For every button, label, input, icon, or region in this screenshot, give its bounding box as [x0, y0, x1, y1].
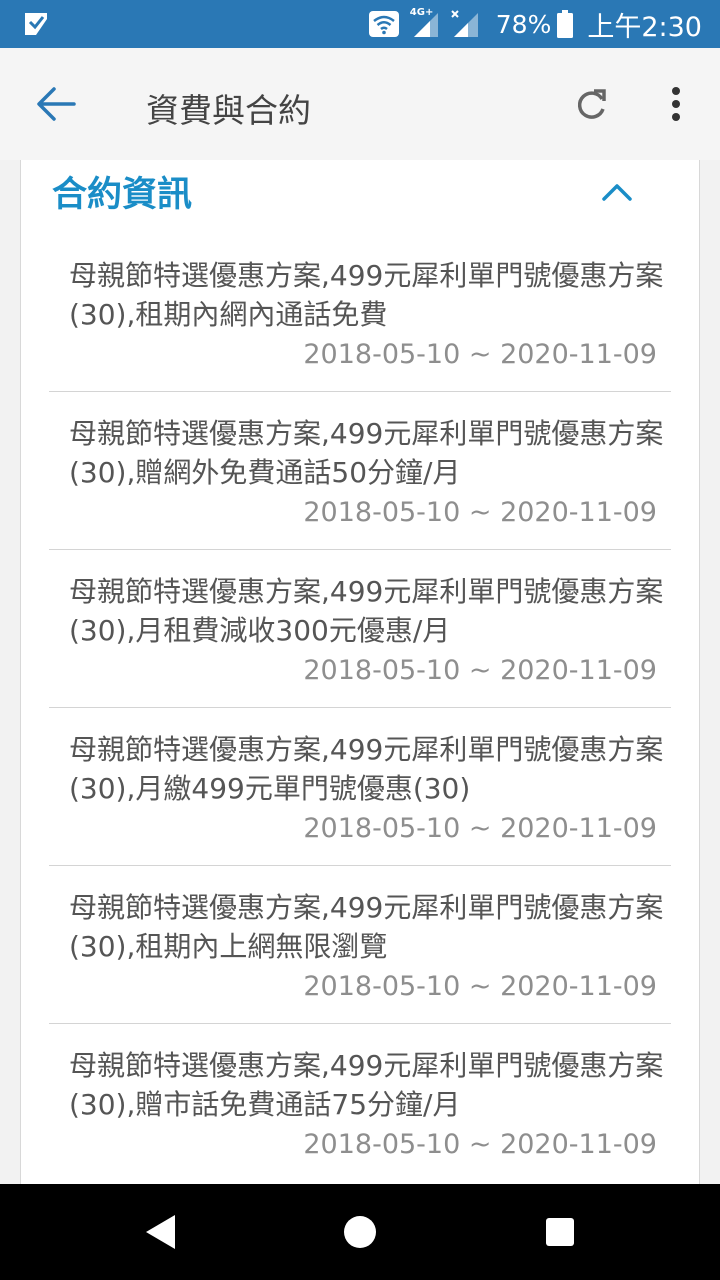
list-item: 母親節特選優惠方案,499元犀利單門號優惠方案(30),租期內網內通話免費 20…	[49, 234, 671, 392]
contract-description: 母親節特選優惠方案,499元犀利單門號優惠方案(30),租期內網內通話免費	[69, 259, 664, 331]
section-header[interactable]: 合約資訊	[21, 160, 699, 234]
nav-back-button[interactable]	[136, 1208, 184, 1256]
app-bar: 資費與合約	[0, 48, 720, 160]
contract-description: 母親節特選優惠方案,499元犀利單門號優惠方案(30),月繳499元單門號優惠(…	[69, 733, 664, 805]
contract-period: 2018-05-10 ~ 2020-11-09	[303, 497, 657, 528]
contract-description: 母親節特選優惠方案,499元犀利單門號優惠方案(30),贈市話免費通話75分鐘/…	[69, 1049, 664, 1121]
battery-icon	[557, 10, 574, 38]
contract-period: 2018-05-10 ~ 2020-11-09	[303, 813, 657, 844]
arrow-back-icon	[37, 87, 76, 121]
more-options-button[interactable]	[652, 78, 700, 130]
chevron-up-icon	[602, 184, 632, 201]
collapse-button[interactable]	[595, 172, 639, 212]
navigation-bar	[0, 1184, 720, 1280]
network-type-label: 4G+	[409, 7, 434, 18]
list-item: 母親節特選優惠方案,499元犀利單門號優惠方案(30),租期內上網無限瀏覽 20…	[49, 866, 671, 1024]
section-title: 合約資訊	[52, 175, 193, 215]
clock: 上午2:30	[587, 11, 702, 43]
contract-info-card: 合約資訊 母親節特選優惠方案,499元犀利單門號優惠方案(30),租期內網內通話…	[20, 160, 700, 1184]
contract-period: 2018-05-10 ~ 2020-11-09	[303, 655, 657, 686]
list-item: 母親節特選優惠方案,499元犀利單門號優惠方案(30),月租費減收300元優惠/…	[49, 550, 671, 708]
list-item: 母親節特選優惠方案,499元犀利單門號優惠方案(30),月繳499元單門號優惠(…	[49, 708, 671, 866]
app-notification-icon	[25, 13, 47, 35]
nav-recents-icon	[546, 1218, 574, 1246]
contract-list: 母親節特選優惠方案,499元犀利單門號優惠方案(30),租期內網內通話免費 20…	[49, 234, 671, 1182]
list-item: 母親節特選優惠方案,499元犀利單門號優惠方案(30),贈網外免費通話50分鐘/…	[49, 392, 671, 550]
page-title: 資費與合約	[146, 91, 311, 130]
refresh-icon	[577, 89, 606, 119]
cell-signal-icon	[450, 9, 480, 39]
back-button[interactable]	[28, 76, 84, 132]
refresh-button[interactable]	[566, 78, 618, 130]
contract-period: 2018-05-10 ~ 2020-11-09	[303, 339, 657, 370]
nav-recents-button[interactable]	[536, 1208, 584, 1256]
contract-description: 母親節特選優惠方案,499元犀利單門號優惠方案(30),贈網外免費通話50分鐘/…	[69, 417, 664, 489]
contract-description: 母親節特選優惠方案,499元犀利單門號優惠方案(30),月租費減收300元優惠/…	[69, 575, 664, 647]
contract-period: 2018-05-10 ~ 2020-11-09	[303, 971, 657, 1002]
nav-home-icon	[344, 1216, 376, 1248]
contract-description: 母親節特選優惠方案,499元犀利單門號優惠方案(30),租期內上網無限瀏覽	[69, 891, 664, 963]
contract-period: 2018-05-10 ~ 2020-11-09	[303, 1129, 657, 1160]
status-bar: 4G+ 78% 上午2:30	[0, 0, 720, 48]
nav-back-icon	[146, 1215, 175, 1249]
cell-signal-icon: 4G+	[409, 7, 440, 39]
list-item: 母親節特選優惠方案,499元犀利單門號優惠方案(30),贈市話免費通話75分鐘/…	[49, 1024, 671, 1182]
nav-home-button[interactable]	[336, 1208, 384, 1256]
battery-percent: 78%	[495, 9, 552, 39]
more-vert-icon	[672, 87, 680, 121]
wifi-icon	[368, 11, 399, 37]
